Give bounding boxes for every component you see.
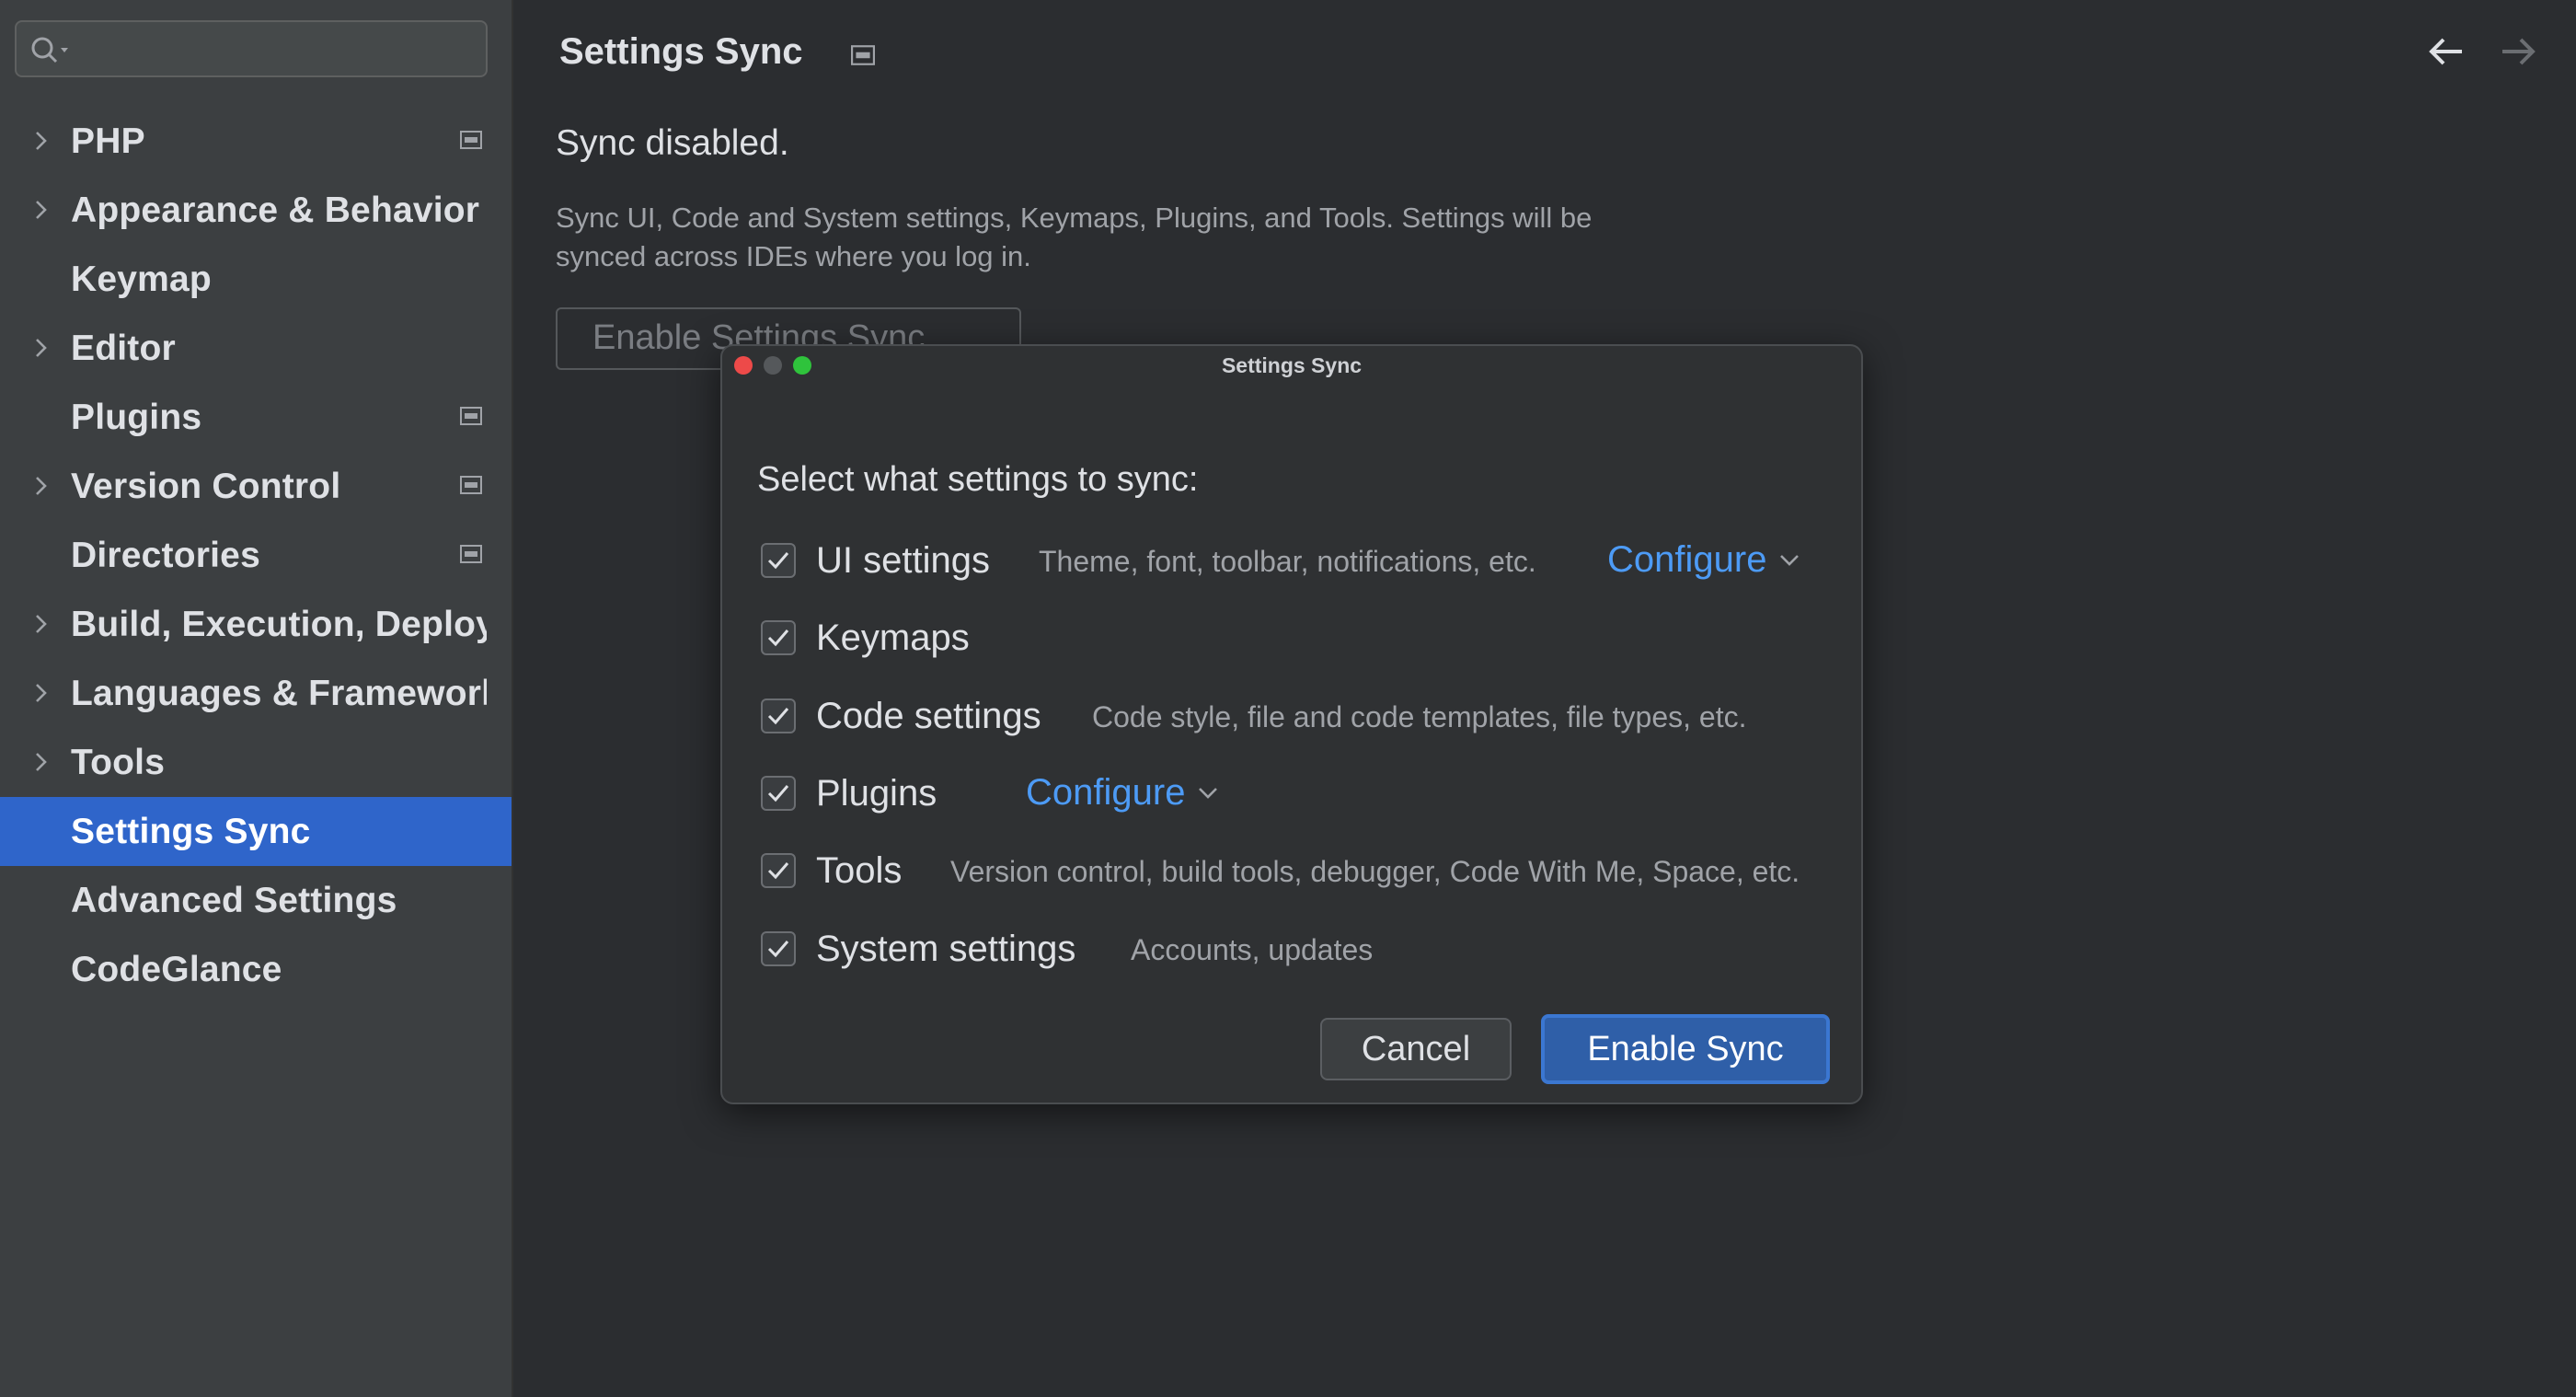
option-description: Version control, build tools, debugger, … <box>950 855 1800 888</box>
chevron-down-icon <box>1199 787 1218 799</box>
plugins-configure-link[interactable]: Configure <box>1026 772 1218 814</box>
sidebar-item-label: Plugins <box>71 397 202 437</box>
option-label: System settings <box>816 928 1076 969</box>
option-tools[interactable]: Tools <box>761 848 902 894</box>
project-level-icon <box>460 545 482 563</box>
chevron-right-icon[interactable] <box>29 475 52 497</box>
sidebar-item-build-execution-deployment[interactable]: Build, Execution, Deployment <box>0 590 512 659</box>
option-code-settings[interactable]: Code settings <box>761 693 1041 739</box>
dialog-title: Settings Sync <box>1221 353 1363 377</box>
option-label: UI settings <box>816 539 990 581</box>
dialog-titlebar[interactable]: Settings Sync <box>722 346 1861 394</box>
sidebar-item-label: Languages & Frameworks <box>71 673 487 713</box>
settings-sync-dialog: Settings Sync Select what settings to sy… <box>720 344 1863 1104</box>
sidebar-item-version-control[interactable]: Version Control <box>0 452 512 521</box>
sidebar-item-label: Tools <box>71 742 166 782</box>
sidebar-item-label: Build, Execution, Deployment <box>71 604 487 644</box>
sidebar-item-label: PHP <box>71 121 145 161</box>
checkmark-icon <box>767 941 789 958</box>
sidebar-item-keymap[interactable]: Keymap <box>0 245 512 314</box>
sidebar-item-languages-frameworks[interactable]: Languages & Frameworks <box>0 659 512 728</box>
sidebar-item-label: CodeGlance <box>71 949 282 989</box>
option-system-settings[interactable]: System settings <box>761 926 1075 972</box>
option-keymaps[interactable]: Keymaps <box>761 615 970 661</box>
dialog-prompt: Select what settings to sync: <box>757 460 1199 499</box>
ui-settings-checkbox[interactable] <box>761 543 796 578</box>
sidebar-item-php[interactable]: PHP <box>0 107 512 176</box>
sidebar-item-label: Appearance & Behavior <box>71 190 480 230</box>
sidebar-item-label: Settings Sync <box>71 811 311 851</box>
ui-settings-configure-link[interactable]: Configure <box>1607 539 1800 581</box>
enable-sync-button[interactable]: Enable Sync <box>1541 1014 1830 1084</box>
search-input[interactable] <box>15 20 488 77</box>
sidebar-item-tools[interactable]: Tools <box>0 728 512 797</box>
checkmark-icon <box>767 552 789 570</box>
sidebar-item-codeglance[interactable]: CodeGlance <box>0 935 512 1004</box>
tools-checkbox[interactable] <box>761 853 796 888</box>
arrow-right-icon[interactable] <box>2499 35 2537 68</box>
checkmark-icon <box>767 862 789 880</box>
checkmark-icon <box>767 629 789 647</box>
project-level-icon <box>460 407 482 425</box>
checkmark-icon <box>767 785 789 802</box>
description-line: Sync UI, Code and System settings, Keyma… <box>556 202 1593 234</box>
project-level-icon <box>460 131 482 149</box>
page-title: Settings Sync <box>559 31 803 72</box>
system-settings-checkbox[interactable] <box>761 931 796 966</box>
sidebar-item-settings-sync[interactable]: Settings Sync <box>0 797 512 866</box>
arrow-left-icon[interactable] <box>2427 35 2466 68</box>
checkmark-icon <box>767 708 789 725</box>
option-label: Keymaps <box>816 617 970 658</box>
description-line: synced across IDEs where you log in. <box>556 240 1031 272</box>
option-label: Tools <box>816 849 903 891</box>
option-description: Code style, file and code templates, fil… <box>1092 700 1747 733</box>
sidebar-item-plugins[interactable]: Plugins <box>0 383 512 452</box>
sidebar-item-editor[interactable]: Editor <box>0 314 512 383</box>
cancel-button[interactable]: Cancel <box>1320 1018 1512 1080</box>
keymaps-checkbox[interactable] <box>761 620 796 655</box>
sidebar-item-label: Directories <box>71 535 260 575</box>
search-icon <box>31 37 68 64</box>
configure-label: Configure <box>1026 772 1186 813</box>
configure-label: Configure <box>1607 539 1767 580</box>
project-level-icon <box>851 45 875 65</box>
option-description: Theme, font, toolbar, notifications, etc… <box>1039 545 1536 578</box>
option-description: Accounts, updates <box>1131 933 1374 966</box>
code-settings-checkbox[interactable] <box>761 698 796 733</box>
sidebar-item-label: Advanced Settings <box>71 880 397 920</box>
settings-sidebar: PHP Appearance & Behavior Keymap Editor … <box>0 0 513 1397</box>
option-ui-settings[interactable]: UI settings <box>761 537 990 583</box>
chevron-right-icon[interactable] <box>29 682 52 704</box>
chevron-right-icon[interactable] <box>29 613 52 635</box>
chevron-down-icon <box>1780 554 1800 566</box>
sidebar-item-advanced-settings[interactable]: Advanced Settings <box>0 866 512 935</box>
chevron-right-icon[interactable] <box>29 199 52 221</box>
sidebar-item-label: Keymap <box>71 259 212 299</box>
settings-tree: PHP Appearance & Behavior Keymap Editor … <box>0 107 512 1004</box>
chevron-right-icon[interactable] <box>29 130 52 152</box>
plugins-checkbox[interactable] <box>761 776 796 811</box>
chevron-right-icon[interactable] <box>29 337 52 359</box>
option-label: Plugins <box>816 772 937 814</box>
sidebar-item-directories[interactable]: Directories <box>0 521 512 590</box>
sidebar-item-label: Version Control <box>71 466 341 506</box>
sidebar-item-label: Editor <box>71 328 176 368</box>
option-label: Code settings <box>816 695 1041 736</box>
sync-status: Sync disabled. <box>556 123 789 163</box>
chevron-right-icon[interactable] <box>29 751 52 773</box>
project-level-icon <box>460 476 482 494</box>
option-plugins[interactable]: Plugins <box>761 770 937 816</box>
sidebar-item-appearance-behavior[interactable]: Appearance & Behavior <box>0 176 512 245</box>
sync-description: Sync UI, Code and System settings, Keyma… <box>556 199 1715 276</box>
